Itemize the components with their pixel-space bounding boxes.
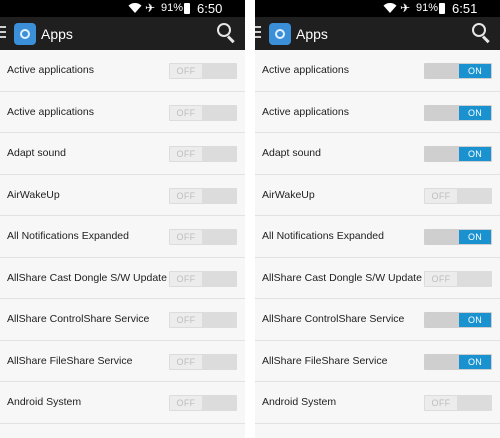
action-bar: Apps [0,17,245,50]
search-icon[interactable] [472,23,492,44]
toggle-state: OFF [170,396,202,410]
app-name: Active applications [262,105,349,118]
app-toggle[interactable]: OFF [169,146,237,162]
app-toggle[interactable]: OFF [169,104,237,121]
toggle-state: ON [459,230,491,244]
airplane-mode-icon: ✈ [145,1,156,15]
app-name: Active applications [262,64,349,76]
toggle-state: ON [459,313,491,327]
battery-icon [439,3,445,14]
app-name: Active applications [7,64,94,76]
toggle-state: OFF [170,188,202,203]
list-item[interactable]: AllShare Cast Dongle S/W Update OFF [0,258,245,299]
app-toggle[interactable]: ON [424,104,492,121]
toggle-state: OFF [170,147,202,161]
app-toggle[interactable]: OFF [169,63,237,79]
list-item[interactable]: AllShare ControlShare Service ON [255,299,500,341]
app-toggle[interactable]: ON [424,229,492,245]
toggle-state: OFF [170,313,202,327]
battery-percent: 91% [416,2,439,14]
app-toggle[interactable]: OFF [169,395,237,411]
apps-icon [269,23,291,45]
list-item[interactable]: AllShare FileShare Service ON [255,341,500,382]
apps-icon [14,23,36,45]
list-item[interactable]: All Notifications Expanded ON [255,216,500,258]
list-item[interactable]: AllShare Cast Dongle S/W Update OFF [255,258,500,299]
list-item[interactable]: Adapt sound ON [255,133,500,175]
app-toggle[interactable]: OFF [424,187,492,204]
toggle-state: ON [459,354,491,369]
list-item[interactable]: Android System OFF [255,382,500,424]
app-name: AllShare ControlShare Service [262,313,405,325]
battery-icon [184,3,190,14]
list-item[interactable]: AllShare ControlShare Service OFF [0,299,245,341]
app-toggle[interactable]: OFF [169,312,237,328]
toggle-state: ON [459,147,491,161]
menu-icon[interactable] [0,26,8,40]
app-name: AllShare FileShare Service [7,354,133,367]
list-item[interactable]: AirWakeUp OFF [0,175,245,216]
toggle-state: OFF [425,188,457,203]
toggle-state: OFF [170,354,202,369]
status-bar: ✈ 91% 6:51 PM [255,0,500,33]
app-name: All Notifications Expanded [262,230,384,242]
list-item[interactable]: All Notifications Expanded OFF [0,216,245,258]
list-item[interactable]: Active applications ON [255,92,500,133]
list-item[interactable]: AllShare FileShare Service OFF [0,341,245,382]
toggle-state: ON [459,64,491,78]
app-name: Adapt sound [262,147,321,159]
battery-percent: 91% [161,2,184,14]
list-item[interactable]: Active applications OFF [0,50,245,92]
app-toggle[interactable]: ON [424,353,492,370]
app-toggle[interactable]: OFF [424,270,492,287]
app-toggle[interactable]: ON [424,312,492,328]
list-item[interactable]: Active applications OFF [0,92,245,133]
list-item[interactable]: AirWakeUp OFF [255,175,500,216]
app-name: Active applications [7,105,94,118]
app-name: Android System [7,396,82,408]
toggle-state: OFF [170,64,202,78]
action-bar: Apps [255,17,500,50]
app-name: All Notifications Expanded [7,230,129,242]
toggle-state: OFF [170,271,202,286]
app-name: AllShare Cast Dongle S/W Update [262,271,422,284]
toggle-state: OFF [170,230,202,244]
app-toggle[interactable]: OFF [169,353,237,370]
list-item[interactable]: Android System OFF [0,382,245,424]
wifi-icon [383,3,397,13]
app-toggle[interactable]: OFF [169,187,237,204]
page-title: Apps [41,26,73,42]
app-name: AllShare FileShare Service [262,354,388,367]
app-toggle[interactable]: OFF [169,270,237,287]
app-toggle[interactable]: ON [424,63,492,79]
screen-before: ✈ 91% 6:50 PM Apps Active applications O… [0,0,245,438]
menu-icon[interactable] [255,26,263,40]
app-toggle[interactable]: ON [424,146,492,162]
app-toggle[interactable]: OFF [424,395,492,411]
airplane-mode-icon: ✈ [400,1,411,15]
search-icon[interactable] [217,23,237,44]
page-title: Apps [296,26,328,42]
app-name: AirWakeUp [7,188,60,201]
toggle-state: OFF [170,105,202,120]
list-item[interactable]: Active applications ON [255,50,500,92]
app-toggle[interactable]: OFF [169,229,237,245]
app-name: Android System [262,396,337,408]
app-name: AirWakeUp [262,188,315,201]
list-item[interactable]: Adapt sound OFF [0,133,245,175]
toggle-state: OFF [425,396,457,410]
toggle-state: ON [459,105,491,120]
screen-after: ✈ 91% 6:51 PM Apps Active applications O… [255,0,500,438]
app-list: Active applications OFF Active applicati… [0,50,245,424]
app-name: Adapt sound [7,147,66,159]
wifi-icon [128,3,142,13]
app-name: AllShare Cast Dongle S/W Update [7,271,167,284]
toggle-state: OFF [425,271,457,286]
status-bar: ✈ 91% 6:50 PM [0,0,245,33]
app-name: AllShare ControlShare Service [7,313,150,325]
app-list: Active applications ON Active applicatio… [255,50,500,424]
